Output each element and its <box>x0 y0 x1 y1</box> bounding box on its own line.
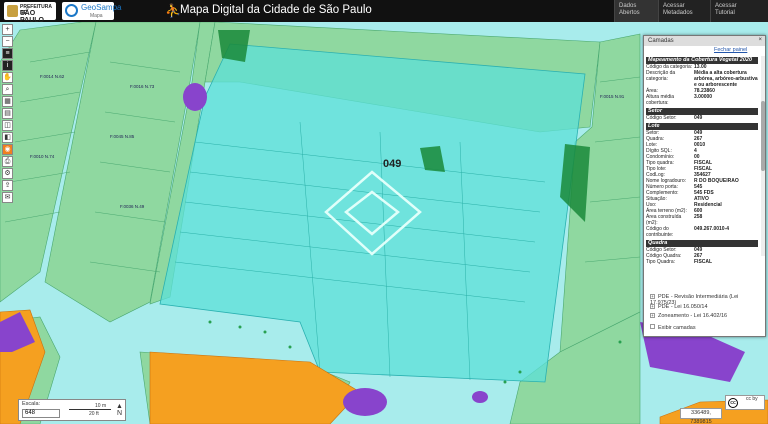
geo-logo-line1: GeoSampa <box>81 3 122 12</box>
lot-label: F.0016 N.73 <box>130 84 155 89</box>
attribute-value: FISCAL <box>694 259 713 265</box>
panel-body: Mapeamento da Cobertura Vegetal 2020 Códi… <box>646 55 758 265</box>
checkbox[interactable] <box>650 324 655 329</box>
scale-label: Escala: <box>22 401 41 407</box>
city-seal-icon <box>7 5 18 17</box>
layer-item-zoneamento[interactable]: + Zoneamento - Lei 16.402/16 <box>650 313 727 319</box>
expand-icon[interactable]: + <box>650 304 655 309</box>
prefeitura-logo[interactable]: PREFEITURA DE SÃO PAULO <box>4 2 56 24</box>
tutorial-line1: Acessar <box>715 3 737 9</box>
attribute-key: Descrição da categoria: <box>646 70 676 82</box>
license-badge[interactable]: cc cc by <box>725 395 765 410</box>
scrollbar-thumb[interactable] <box>761 101 765 171</box>
attribute-key: Código Setor: <box>646 115 677 121</box>
metadados-line2: Metadados <box>663 10 693 16</box>
attribute-row: Tipo Quadra: FISCAL <box>646 259 758 265</box>
layer-label: PDE - Lei 16.050/14 <box>658 304 708 310</box>
app-title: Mapa Digital da Cidade de São Paulo <box>180 4 372 16</box>
scale-bar-feet: 20 ft <box>89 411 99 417</box>
layers-panel: Camadas × Fechar painel Mapeamento da Co… <box>643 35 766 337</box>
print-icon[interactable]: ◫ <box>2 120 13 131</box>
license-label: cc by <box>746 396 758 402</box>
metadados-line1: Acessar <box>663 3 685 9</box>
settings-icon[interactable]: ⚙ <box>2 168 13 179</box>
expand-icon[interactable]: + <box>650 313 655 318</box>
attribute-row: Descrição da categoria: Média a alta cobe… <box>646 70 758 88</box>
layers-icon[interactable]: ≡ <box>2 48 13 59</box>
attribute-value: 3.00000 <box>694 94 713 100</box>
attribute-key: Código do contribuinte: <box>646 226 674 238</box>
explorer-figure-icon: ⛹ <box>165 3 182 18</box>
acessar-tutorial-button[interactable]: Acessar Tutorial <box>710 0 768 22</box>
dados-abertos-line2: Abertos <box>619 10 640 16</box>
layer-item-pde-lei[interactable]: + PDE - Lei 16.050/14 <box>650 304 708 310</box>
attribute-row: Área construída (m2): 258 <box>646 214 758 226</box>
attribute-key: Tipo Quadra: <box>646 259 675 265</box>
lot-label: F.0014 N.62 <box>40 74 65 79</box>
dados-abertos-button[interactable]: Dados Abertos <box>614 0 658 22</box>
panel-section-heading: Mapeamento da Cobertura Vegetal 2020 <box>646 57 758 64</box>
close-icon[interactable]: × <box>758 37 762 43</box>
header-bar: PREFEITURA DE SÃO PAULO GeoSampa Mapa ⛹ … <box>0 0 768 24</box>
globe-icon <box>65 4 78 17</box>
exibir-label: Exibir camadas <box>658 325 696 331</box>
scale-box: Escala: 648 10 m 20 ft ▲ N <box>18 399 126 421</box>
printer-icon[interactable]: ⎙ <box>2 156 13 167</box>
attribute-key: Área construída (m2): <box>646 214 682 226</box>
panel-section-heading: Lote <box>646 123 758 130</box>
tutorial-line2: Tutorial <box>715 10 735 16</box>
north-arrow-icon: ▲ N <box>116 403 123 417</box>
panel-scrollbar[interactable] <box>761 56 765 256</box>
attribute-row: Código do contribuinte: 049.267.0010-4 <box>646 226 758 238</box>
attribute-value: 049 <box>694 115 703 121</box>
exibir-camadas-toggle[interactable]: Exibir camadas <box>650 324 696 331</box>
coordinate-icon[interactable]: ◧ <box>2 132 13 143</box>
rss-icon[interactable]: ◉ <box>2 144 13 155</box>
scale-input[interactable]: 648 <box>22 409 60 418</box>
attribute-row: Código Setor: 049 <box>646 115 758 121</box>
lot-label: F.0015 N.91 <box>600 94 625 99</box>
mail-icon[interactable]: ✉ <box>2 192 13 203</box>
minus-icon[interactable]: − <box>2 36 13 47</box>
search-icon[interactable]: ⌕ <box>2 84 13 95</box>
scale-bar: 10 m 20 ft <box>65 403 113 417</box>
coordinates-readout: 336489, 7389815 <box>680 408 722 424</box>
cc-icon: cc <box>728 398 738 408</box>
measure-icon[interactable]: ▦ <box>2 96 13 107</box>
north-label: N <box>116 410 123 417</box>
dados-abertos-line1: Dados <box>619 3 637 9</box>
lot-label: F.0045 N.85 <box>110 134 135 139</box>
attribute-key: Altura média cobertura: <box>646 94 675 106</box>
layer-label: Zoneamento - Lei 16.402/16 <box>658 313 728 319</box>
plus-icon[interactable]: + <box>2 24 13 35</box>
attribute-row: Altura média cobertura: 3.00000 <box>646 94 758 106</box>
panel-section-heading: Quadra <box>646 240 758 247</box>
info-icon[interactable]: i <box>2 60 13 71</box>
map-toolbar: + − ≡ i ✋ ⌕ ▦ ▤ ◫ ◧ ◉ ⎙ ⚙ ⇪ ✉ <box>2 24 14 204</box>
save-icon[interactable]: ▤ <box>2 108 13 119</box>
attribute-value: 258 <box>694 214 703 220</box>
hand-icon[interactable]: ✋ <box>2 72 13 83</box>
attribute-value: 049.267.0010-4 <box>694 226 730 232</box>
expand-icon[interactable]: + <box>650 294 655 299</box>
close-panel-link[interactable]: Fechar painel <box>714 47 747 53</box>
panel-title: Camadas <box>644 36 765 46</box>
lot-label: F.0036 N.49 <box>120 204 145 209</box>
setor-label: 049 <box>383 158 402 170</box>
acessar-metadados-button[interactable]: Acessar Metadados <box>658 0 710 22</box>
geosampa-logo[interactable]: GeoSampa Mapa <box>62 2 121 20</box>
attribute-value: Média a alta cobertura arbórea, arbóreo-… <box>694 70 758 88</box>
lot-label: F.0010 N.74 <box>30 154 55 159</box>
geo-logo-line2: Mapa <box>90 13 103 19</box>
share-icon[interactable]: ⇪ <box>2 180 13 191</box>
panel-section-heading: Setor <box>646 108 758 115</box>
